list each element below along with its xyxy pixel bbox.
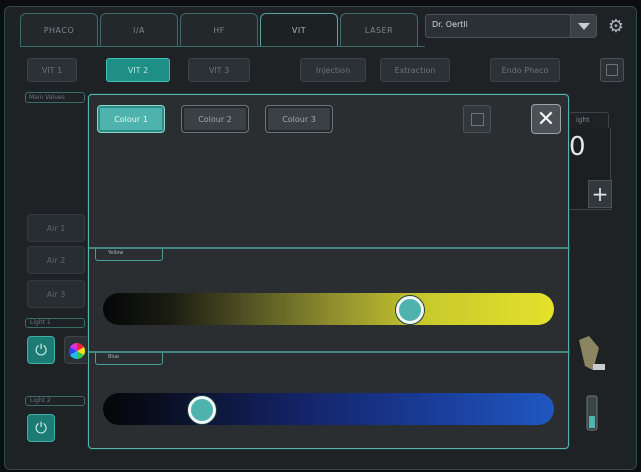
mode-tabs: PHACO I/A HF VIT LASER: [20, 13, 420, 47]
tab-ia[interactable]: I/A: [100, 13, 178, 47]
yellow-slider[interactable]: [103, 293, 554, 325]
light-value: 0: [569, 132, 586, 162]
power-icon[interactable]: ⏻: [27, 414, 55, 442]
tab-hf[interactable]: HF: [180, 13, 258, 47]
blue-slider-handle[interactable]: [188, 396, 217, 424]
user-select-value: Dr. Oertli: [432, 20, 468, 29]
color-wheel-icon[interactable]: [64, 336, 90, 364]
light2-label: Light 2: [25, 396, 85, 406]
save-icon[interactable]: [600, 58, 624, 82]
bottle-icon: [579, 336, 605, 431]
air1-button[interactable]: Air 1: [27, 214, 85, 242]
light1-label: Light 1: [25, 318, 85, 328]
yellow-label: Yellow: [95, 249, 163, 261]
close-icon[interactable]: ✕: [531, 104, 561, 134]
light-panel-label: ight: [569, 112, 609, 128]
gear-icon[interactable]: ⚙: [605, 16, 627, 38]
extraction-button[interactable]: Extraction: [380, 58, 450, 82]
power-icon[interactable]: ⏻: [27, 336, 55, 364]
tab-underline: [20, 46, 425, 47]
chevron-down-icon[interactable]: [570, 15, 596, 37]
main-values-label: Main Values: [25, 92, 85, 103]
colour2-button[interactable]: Colour 2: [181, 105, 249, 133]
increase-button[interactable]: +: [588, 180, 612, 208]
colour-dialog: Colour 1 Colour 2 Colour 3 ✕ Yellow Blue: [88, 94, 570, 449]
colour1-button[interactable]: Colour 1: [97, 105, 165, 133]
save-icon[interactable]: [463, 105, 491, 133]
air2-button[interactable]: Air 2: [27, 246, 85, 274]
user-select[interactable]: Dr. Oertli: [425, 14, 597, 38]
colour3-button[interactable]: Colour 3: [265, 105, 333, 133]
tab-laser[interactable]: LASER: [340, 13, 418, 47]
endo-phaco-button[interactable]: Endo Phaco: [490, 58, 560, 82]
tab-vit[interactable]: VIT: [260, 13, 338, 47]
injection-button[interactable]: Injection: [300, 58, 366, 82]
tab-phaco[interactable]: PHACO: [20, 13, 98, 47]
vit3-button[interactable]: VIT 3: [188, 58, 250, 82]
blue-label: Blue: [95, 353, 163, 365]
air3-button[interactable]: Air 3: [27, 280, 85, 308]
vit1-button[interactable]: VIT 1: [27, 58, 77, 82]
vit2-button[interactable]: VIT 2: [106, 58, 170, 82]
blue-slider[interactable]: [103, 393, 554, 425]
yellow-slider-handle[interactable]: [395, 296, 424, 324]
